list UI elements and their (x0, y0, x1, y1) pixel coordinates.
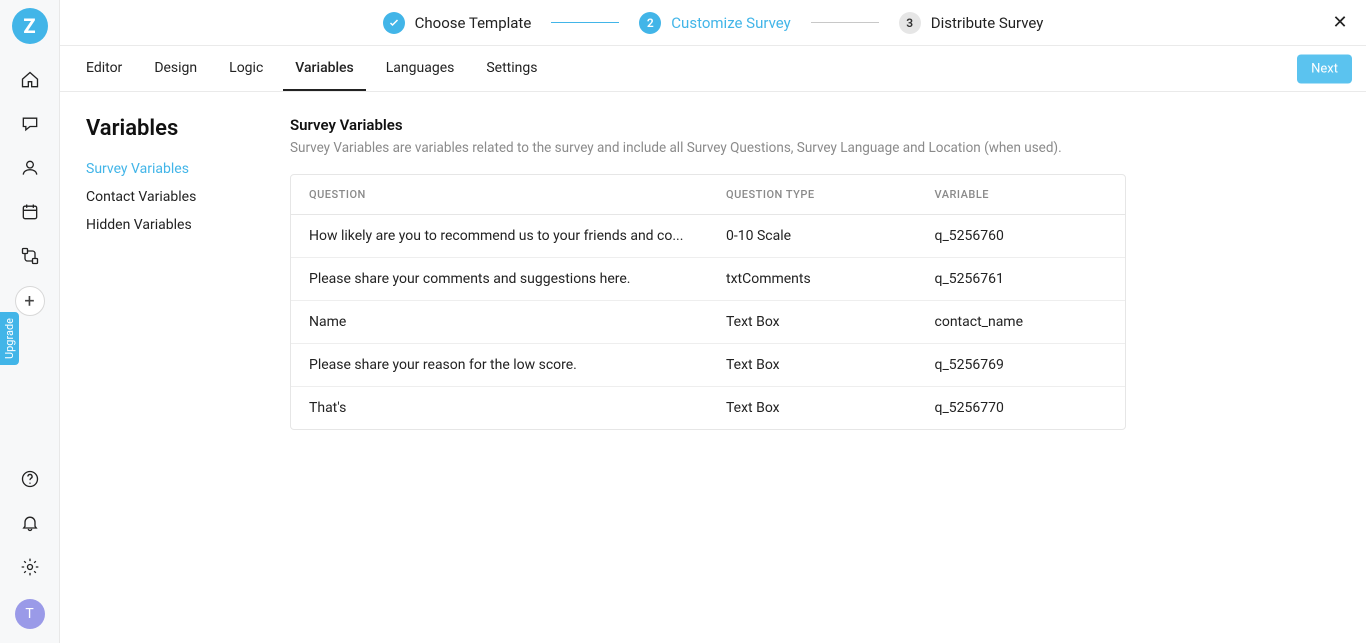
person-icon[interactable] (12, 150, 48, 186)
avatar-initial: T (25, 606, 33, 622)
cell-variable: q_5256760 (917, 215, 1126, 258)
tab-editor[interactable]: Editor (74, 46, 134, 91)
left-rail: Z + Upgrade T (0, 0, 60, 643)
cell-type: Text Box (708, 344, 917, 387)
tab-variables[interactable]: Variables (283, 46, 365, 91)
next-button[interactable]: Next (1297, 54, 1352, 83)
wizard-bar: Choose Template 2 Customize Survey 3 Dis… (60, 0, 1366, 46)
bell-icon[interactable] (12, 505, 48, 541)
content: Variables Survey Variables Contact Varia… (60, 92, 1366, 643)
sidemenu-item-label: Survey Variables (86, 161, 189, 177)
step-number-icon: 2 (639, 12, 661, 34)
tab-label: Editor (86, 60, 122, 76)
tab-label: Languages (386, 60, 455, 76)
sidemenu-item-label: Contact Variables (86, 189, 196, 205)
add-button[interactable]: + (15, 286, 45, 316)
check-icon (383, 12, 405, 34)
upgrade-button[interactable]: Upgrade (0, 312, 19, 365)
logo-initial: Z (23, 14, 35, 38)
help-icon[interactable] (12, 461, 48, 497)
workflow-icon[interactable] (12, 238, 48, 274)
step-number-icon: 3 (899, 12, 921, 34)
th-question-type: QUESTION TYPE (708, 175, 917, 215)
wizard-connector-1 (551, 22, 619, 23)
table-row[interactable]: Please share your comments and suggestio… (291, 258, 1125, 301)
cell-variable: q_5256770 (917, 387, 1126, 429)
chat-icon[interactable] (12, 106, 48, 142)
cell-question: That's (291, 387, 708, 429)
cell-question: Name (291, 301, 708, 344)
cell-question: Please share your reason for the low sco… (291, 344, 708, 387)
avatar[interactable]: T (15, 599, 45, 629)
cell-type: 0-10 Scale (708, 215, 917, 258)
wizard-step-3[interactable]: 3 Distribute Survey (899, 12, 1044, 34)
tab-label: Settings (486, 60, 537, 76)
table-header-row: QUESTION QUESTION TYPE VARIABLE (291, 175, 1125, 215)
wizard-step-label: Distribute Survey (931, 14, 1044, 32)
cell-variable: q_5256761 (917, 258, 1126, 301)
next-label: Next (1311, 61, 1338, 76)
pane: Survey Variables Survey Variables are va… (286, 116, 1126, 643)
pane-title: Survey Variables (290, 116, 1126, 134)
table-row[interactable]: Name Text Box contact_name (291, 301, 1125, 344)
tab-settings[interactable]: Settings (474, 46, 549, 91)
wizard-connector-2 (811, 22, 879, 23)
sidemenu: Variables Survey Variables Contact Varia… (86, 116, 286, 643)
main-area: Choose Template 2 Customize Survey 3 Dis… (60, 0, 1366, 643)
upgrade-label: Upgrade (3, 318, 16, 359)
brand-logo[interactable]: Z (12, 8, 48, 44)
pane-description: Survey Variables are variables related t… (290, 140, 1126, 156)
variables-table: QUESTION QUESTION TYPE VARIABLE How like… (290, 174, 1126, 430)
tab-label: Design (154, 60, 197, 76)
cell-variable: contact_name (917, 301, 1126, 344)
rail-bottom: T (12, 461, 48, 643)
wizard-step-1[interactable]: Choose Template (383, 12, 532, 34)
tab-design[interactable]: Design (142, 46, 209, 91)
wizard-step-label: Customize Survey (671, 14, 790, 32)
calendar-icon[interactable] (12, 194, 48, 230)
cell-type: Text Box (708, 387, 917, 429)
tab-languages[interactable]: Languages (374, 46, 467, 91)
wizard-step-label: Choose Template (415, 14, 532, 32)
subnav: Editor Design Logic Variables Languages … (60, 46, 1366, 92)
tab-label: Logic (229, 60, 263, 76)
wizard-step-2[interactable]: 2 Customize Survey (639, 12, 790, 34)
table-row[interactable]: How likely are you to recommend us to yo… (291, 215, 1125, 258)
tab-logic[interactable]: Logic (217, 46, 275, 91)
cell-question: How likely are you to recommend us to yo… (291, 215, 708, 258)
sidemenu-item-hidden-variables[interactable]: Hidden Variables (86, 217, 286, 233)
th-variable: VARIABLE (917, 175, 1126, 215)
cell-question: Please share your comments and suggestio… (291, 258, 708, 301)
home-icon[interactable] (12, 62, 48, 98)
table-row[interactable]: Please share your reason for the low sco… (291, 344, 1125, 387)
cell-variable: q_5256769 (917, 344, 1126, 387)
tab-label: Variables (295, 60, 353, 76)
th-question: QUESTION (291, 175, 708, 215)
wizard-steps: Choose Template 2 Customize Survey 3 Dis… (383, 12, 1044, 34)
sidemenu-title: Variables (86, 116, 286, 141)
sidemenu-item-contact-variables[interactable]: Contact Variables (86, 189, 286, 205)
table-row[interactable]: That's Text Box q_5256770 (291, 387, 1125, 429)
gear-icon[interactable] (12, 549, 48, 585)
sidemenu-item-survey-variables[interactable]: Survey Variables (86, 161, 286, 177)
close-icon[interactable]: ✕ (1328, 11, 1352, 35)
cell-type: Text Box (708, 301, 917, 344)
cell-type: txtComments (708, 258, 917, 301)
sidemenu-item-label: Hidden Variables (86, 217, 192, 233)
